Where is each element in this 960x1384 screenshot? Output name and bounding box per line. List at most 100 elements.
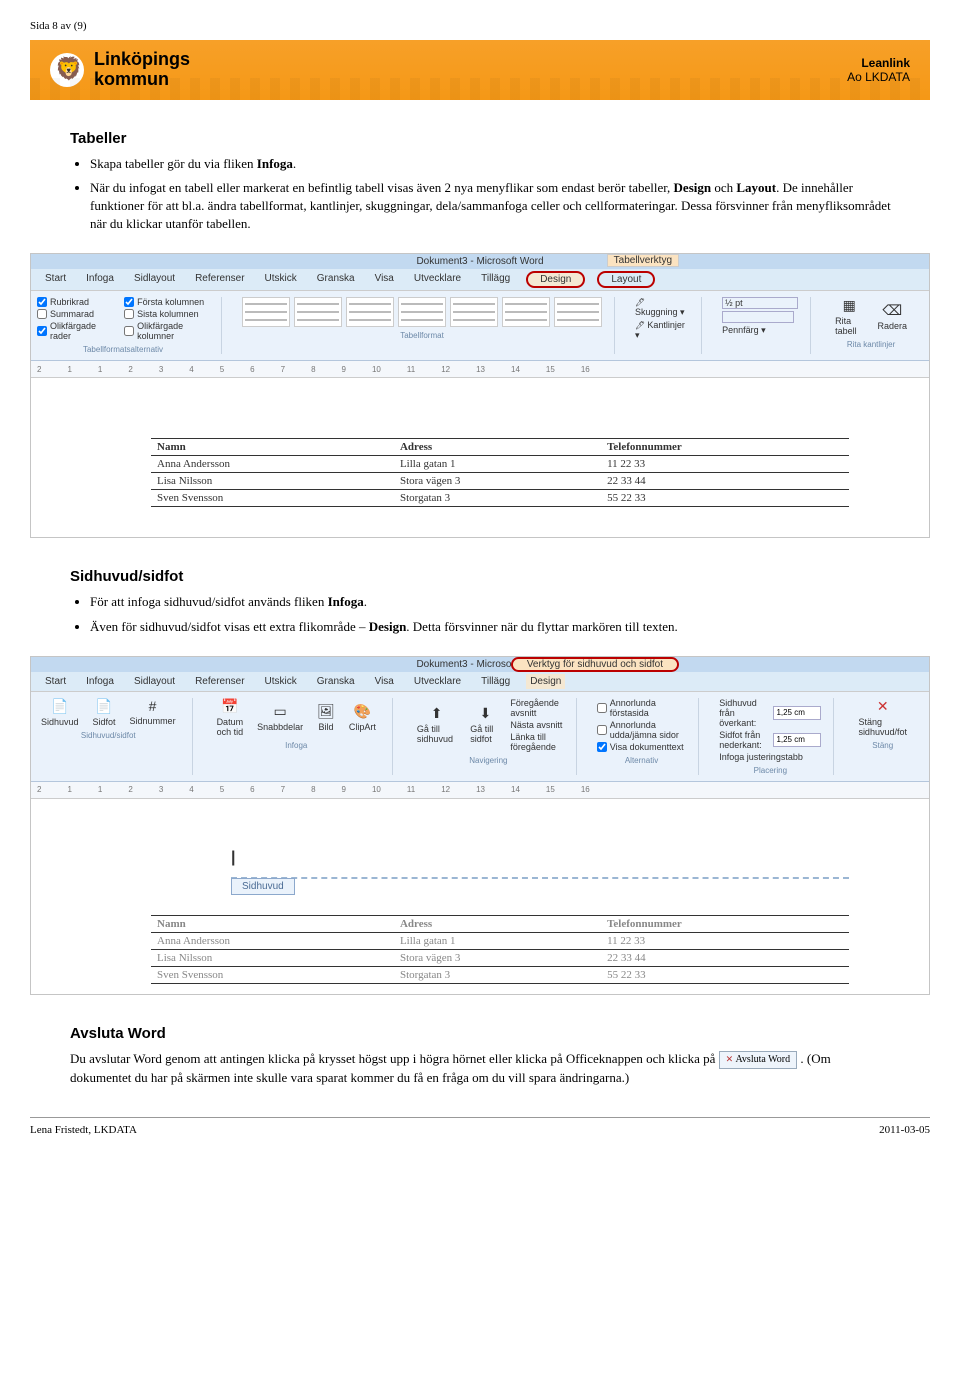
chk-sista-kolumnen[interactable]: Sista kolumnen [124, 309, 209, 319]
sidhuvud-bullets: För att infoga sidhuvud/sidfot används f… [90, 593, 900, 635]
pos-header-label: Sidhuvud från överkant: [719, 698, 767, 728]
org-name-1: Linköpings [94, 49, 190, 69]
table-row: Lisa NilssonStora vägen 322 33 44 [151, 473, 849, 490]
tabeller-bullets: Skapa tabeller gör du via fliken Infoga.… [90, 155, 900, 234]
ruler-2: 2112345678910111213141516 [31, 782, 929, 799]
sample-table-2: NamnAdressTelefonnummer Anna AnderssonLi… [151, 915, 849, 984]
tab-referenser[interactable]: Referenser [191, 271, 248, 288]
tab-sidlayout-2[interactable]: Sidlayout [130, 674, 179, 689]
footer-rule [30, 1117, 930, 1118]
word-screenshot-2: Dokument3 - Microsoft Word Verktyg för s… [30, 656, 930, 995]
btn-kantlinjer[interactable]: Kantlinjer ▾ [635, 320, 689, 341]
bullet-1: Skapa tabeller gör du via fliken Infoga. [90, 155, 900, 173]
pos-insert-tab[interactable]: Infoga justeringstabb [719, 752, 821, 762]
tab-design-2[interactable]: Design [526, 674, 565, 689]
group-tabellformatsalternativ: Tabellformatsalternativ [37, 345, 209, 354]
bullet-3: För att infoga sidhuvud/sidfot används f… [90, 593, 900, 611]
btn-sidfot[interactable]: 📄Sidfot [89, 698, 120, 727]
header-right-1: Leanlink [861, 56, 910, 70]
tab-visa[interactable]: Visa [371, 271, 398, 288]
ribbon-tabs-1: Start Infoga Sidlayout Referenser Utskic… [31, 269, 929, 290]
chk-annorlunda-udda[interactable]: Annorlunda udda/jämna sidor [597, 720, 687, 740]
ribbon-tabs-2: Start Infoga Sidlayout Referenser Utskic… [31, 672, 929, 691]
btn-bild[interactable]: 🖼Bild [313, 703, 339, 732]
page-number: Sida 8 av (9) [30, 20, 930, 32]
tab-utskick[interactable]: Utskick [261, 271, 301, 288]
tab-utskick-2[interactable]: Utskick [261, 674, 301, 689]
tab-layout-circled[interactable]: Layout [597, 271, 655, 288]
table-row: Anna AnderssonLilla gatan 111 22 33 [151, 456, 849, 473]
tab-visa-2[interactable]: Visa [371, 674, 398, 689]
tab-granska-2[interactable]: Granska [313, 674, 359, 689]
tab-start[interactable]: Start [41, 271, 70, 288]
tab-infoga[interactable]: Infoga [82, 271, 118, 288]
tab-infoga-2[interactable]: Infoga [82, 674, 118, 689]
skyline-silhouette [30, 78, 930, 100]
line-weight[interactable]: ½ pt [722, 297, 798, 309]
nav-link[interactable]: Länka till föregående [510, 732, 563, 752]
line-style[interactable] [722, 311, 794, 323]
tab-tillagg[interactable]: Tillägg [477, 271, 514, 288]
group-stang: Stäng [854, 741, 911, 750]
chk-olikfargade-rader[interactable]: Olikfärgade rader [37, 321, 108, 341]
sample-table-1: Namn Adress Telefonnummer Anna Andersson… [151, 438, 849, 507]
tab-sidlayout[interactable]: Sidlayout [130, 271, 179, 288]
context-label-2-circled: Verktyg för sidhuvud och sidfot [511, 657, 679, 672]
btn-sidnummer[interactable]: #Sidnummer [126, 698, 180, 726]
text-cursor: | [231, 849, 235, 866]
group-tabellformat: Tabellformat [242, 331, 602, 340]
table-row: Lisa NilssonStora vägen 322 33 44 [151, 949, 849, 966]
tab-design-circled[interactable]: Design [526, 271, 585, 288]
chk-rubrikrad[interactable]: Rubrikrad [37, 297, 108, 307]
btn-ga-sidhuvud[interactable]: ⬆Gå till sidhuvud [413, 705, 460, 744]
btn-rita-tabell[interactable]: ▦Rita tabell [831, 297, 867, 336]
word-screenshot-1: Dokument3 - Microsoft Word Tabellverktyg… [30, 253, 930, 538]
table-row: Sven SvenssonStorgatan 355 22 33 [151, 490, 849, 507]
tab-start-2[interactable]: Start [41, 674, 70, 689]
chk-visa-dokumenttext[interactable]: Visa dokumenttext [597, 742, 687, 752]
chk-annorlunda-forsta[interactable]: Annorlunda förstasida [597, 698, 687, 718]
footer-date: 2011-03-05 [879, 1124, 930, 1136]
chk-summarad[interactable]: Summarad [37, 309, 108, 319]
chk-olikfargade-kolumner[interactable]: Olikfärgade kolumner [124, 321, 209, 341]
header-boundary-dashed [231, 877, 849, 879]
pos-header-input[interactable] [773, 706, 821, 720]
btn-skuggning[interactable]: Skuggning ▾ [635, 297, 689, 318]
btn-ga-sidfot[interactable]: ⬇Gå till sidfot [466, 705, 504, 744]
avsluta-paragraph: Du avslutar Word genom att antingen klic… [70, 1050, 890, 1087]
group-rita-kantlinjer: Rita kantlinjer [831, 340, 911, 349]
th-telefon: Telefonnummer [601, 439, 849, 456]
btn-sidhuvud[interactable]: 📄Sidhuvud [37, 698, 83, 727]
table-style-gallery[interactable] [242, 297, 602, 327]
tab-tillagg-2[interactable]: Tillägg [477, 674, 514, 689]
btn-clipart[interactable]: 🎨ClipArt [345, 703, 380, 732]
tab-granska[interactable]: Granska [313, 271, 359, 288]
table-row: Sven SvenssonStorgatan 355 22 33 [151, 966, 849, 983]
word-title-1: Dokument3 - Microsoft Word [416, 256, 543, 267]
group-placering: Placering [719, 766, 821, 775]
nav-next[interactable]: Nästa avsnitt [510, 720, 563, 730]
footer-author: Lena Fristedt, LKDATA [30, 1124, 137, 1136]
th-adress: Adress [394, 439, 601, 456]
tab-referenser-2[interactable]: Referenser [191, 674, 248, 689]
chk-forsta-kolumnen[interactable]: Första kolumnen [124, 297, 209, 307]
section-sidhuvud-title: Sidhuvud/sidfot [70, 568, 930, 585]
btn-radera[interactable]: ⌫Radera [873, 302, 911, 331]
tab-utvecklare[interactable]: Utvecklare [410, 271, 465, 288]
context-label-1: Tabellverktyg [607, 254, 679, 267]
sidhuvud-tab-label: Sidhuvud [231, 878, 295, 895]
bullet-2: När du infogat en tabell eller markerat … [90, 179, 900, 234]
btn-close-hf[interactable]: ✕Stäng sidhuvud/fot [854, 698, 911, 737]
section-tabeller-title: Tabeller [70, 130, 930, 147]
btn-pennfarg[interactable]: Pennfärg ▾ [722, 325, 798, 336]
table-row: Anna AnderssonLilla gatan 111 22 33 [151, 932, 849, 949]
btn-datum[interactable]: 📅Datum och tid [213, 698, 248, 737]
section-avsluta-title: Avsluta Word [70, 1025, 930, 1042]
btn-snabbdelar[interactable]: ▭Snabbdelar [253, 703, 307, 732]
pos-footer-input[interactable] [773, 733, 821, 747]
group-sidhuvud-sidfot: Sidhuvud/sidfot [37, 731, 180, 740]
tab-utvecklare-2[interactable]: Utvecklare [410, 674, 465, 689]
nav-prev[interactable]: Föregående avsnitt [510, 698, 563, 718]
inline-avsluta-button[interactable]: Avsluta Word [719, 1051, 797, 1069]
pos-footer-label: Sidfot från nederkant: [719, 730, 767, 750]
